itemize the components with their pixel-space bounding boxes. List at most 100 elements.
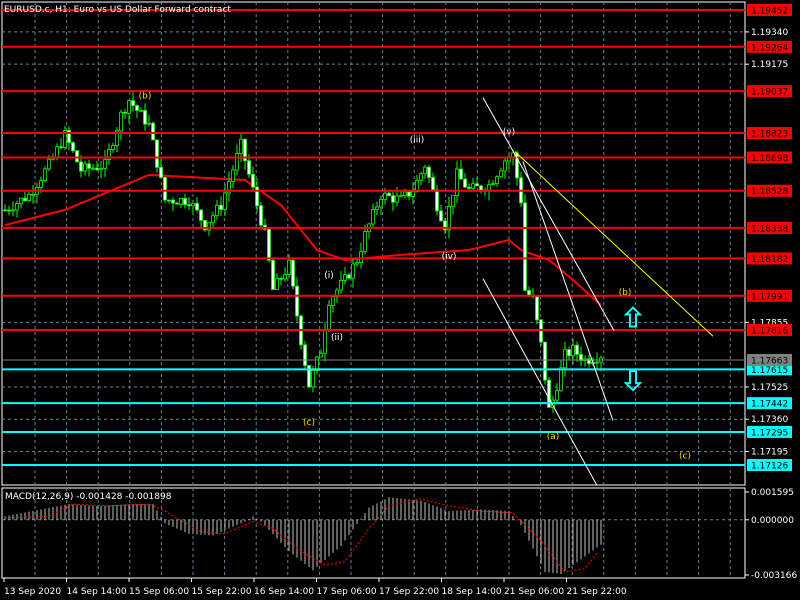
time-axis-label: 15 Sep 06:00 bbox=[129, 587, 189, 597]
candle-body bbox=[199, 209, 203, 221]
trend-line[interactable] bbox=[514, 151, 714, 337]
candle-body bbox=[411, 191, 415, 197]
candle-body bbox=[211, 215, 215, 223]
resistance-level-price: 1.19264 bbox=[751, 43, 788, 53]
candle-body bbox=[79, 161, 83, 172]
candle-body bbox=[527, 289, 531, 296]
candle-body bbox=[375, 206, 379, 210]
candle-body bbox=[111, 145, 115, 150]
wave-label: (iv) bbox=[442, 252, 457, 262]
candle-body bbox=[479, 185, 483, 191]
candle-body bbox=[347, 274, 351, 279]
candle-body bbox=[423, 166, 427, 175]
wave-label: (b) bbox=[139, 91, 152, 101]
price-chart[interactable]: 1.193401.191751.178551.175251.173601.171… bbox=[0, 0, 800, 600]
candle-body bbox=[183, 198, 187, 205]
resistance-level-price: 1.17991 bbox=[751, 292, 788, 302]
candle-body bbox=[231, 169, 235, 182]
candle-body bbox=[59, 146, 63, 149]
candle-body bbox=[295, 285, 299, 317]
candle-body bbox=[23, 197, 27, 202]
candle-body bbox=[151, 122, 155, 141]
candle-body bbox=[187, 204, 191, 207]
time-axis-label: 13 Sep 2020 bbox=[4, 587, 61, 597]
candle-body bbox=[31, 193, 35, 196]
candle-body bbox=[475, 183, 479, 187]
candle-body bbox=[567, 349, 571, 357]
candle-body bbox=[491, 183, 495, 186]
current-level-price: 1.17663 bbox=[751, 356, 788, 366]
candle-body bbox=[27, 193, 31, 202]
candle-body bbox=[71, 142, 75, 152]
candle-body bbox=[463, 178, 467, 188]
candle-body bbox=[123, 111, 127, 114]
candle-body bbox=[215, 204, 219, 217]
candle-body bbox=[287, 259, 291, 275]
candle-body bbox=[219, 204, 223, 210]
candle-body bbox=[563, 349, 567, 369]
candle-body bbox=[399, 195, 403, 198]
candle-body bbox=[327, 305, 331, 330]
candle-body bbox=[15, 203, 19, 211]
time-axis-label: 21 Sep 22:00 bbox=[567, 587, 627, 597]
time-axis-label: 15 Sep 22:00 bbox=[192, 587, 252, 597]
candle-body bbox=[91, 167, 95, 170]
time-axis-label: 14 Sep 14:00 bbox=[67, 587, 127, 597]
time-axis-label: 18 Sep 14:00 bbox=[442, 587, 502, 597]
candle-body bbox=[451, 195, 455, 207]
candle-body bbox=[55, 146, 59, 158]
candle-body bbox=[535, 296, 539, 321]
candle-body bbox=[43, 168, 47, 182]
candle-body bbox=[319, 352, 323, 358]
candle-body bbox=[499, 170, 503, 178]
candle-body bbox=[191, 202, 195, 207]
candle-body bbox=[251, 173, 255, 188]
candle-body bbox=[131, 100, 135, 106]
candle-body bbox=[559, 367, 563, 392]
wave-label: (c) bbox=[303, 418, 315, 428]
candle-body bbox=[139, 109, 143, 112]
candle-body bbox=[99, 168, 103, 171]
candle-body bbox=[427, 166, 431, 178]
candle-body bbox=[163, 176, 167, 201]
candle-body bbox=[351, 263, 355, 279]
up-arrow-icon bbox=[623, 306, 643, 328]
candle-body bbox=[495, 176, 499, 185]
candle-body bbox=[371, 209, 375, 225]
candle-body bbox=[447, 205, 451, 231]
candle-body bbox=[355, 262, 359, 265]
candle-body bbox=[391, 195, 395, 203]
candle-body bbox=[459, 168, 463, 180]
macd-label: MACD(12,26,9) -0.001428 -0.001898 bbox=[5, 492, 172, 502]
candle-body bbox=[283, 274, 287, 280]
price-scale-label: 1.17195 bbox=[751, 448, 788, 458]
candle-body bbox=[223, 192, 227, 210]
candle-body bbox=[339, 279, 343, 291]
candle-body bbox=[103, 159, 107, 169]
price-scale-label: 1.19175 bbox=[751, 60, 788, 70]
candle-body bbox=[127, 100, 131, 114]
candle-body bbox=[303, 344, 307, 366]
macd-scale-label: -0.003166 bbox=[751, 571, 797, 581]
mt-chart-window[interactable]: 1.19340 1.19175 1.17855 1.17525 1.17360 1.171… bbox=[0, 0, 800, 600]
trend-line[interactable] bbox=[482, 278, 598, 486]
price-scale-label: 1.17360 bbox=[751, 415, 788, 425]
candle-body bbox=[147, 122, 151, 125]
candle-body bbox=[275, 277, 279, 290]
candle-body bbox=[419, 173, 423, 181]
candle-body bbox=[471, 183, 475, 189]
wave-label: (i) bbox=[324, 271, 334, 281]
candle-body bbox=[523, 202, 527, 291]
wave-label: (v) bbox=[503, 128, 515, 138]
candle-body bbox=[439, 210, 443, 222]
candle-body bbox=[47, 158, 51, 170]
candle-body bbox=[95, 167, 99, 171]
candle-body bbox=[571, 344, 575, 357]
candle-body bbox=[271, 259, 275, 290]
candle-body bbox=[135, 105, 139, 111]
time-axis-label: 17 Sep 22:00 bbox=[379, 587, 439, 597]
candle-body bbox=[431, 177, 435, 191]
candle-body bbox=[87, 163, 91, 169]
resistance-level-price: 1.17816 bbox=[751, 327, 788, 337]
wave-label: (ii) bbox=[331, 333, 343, 343]
